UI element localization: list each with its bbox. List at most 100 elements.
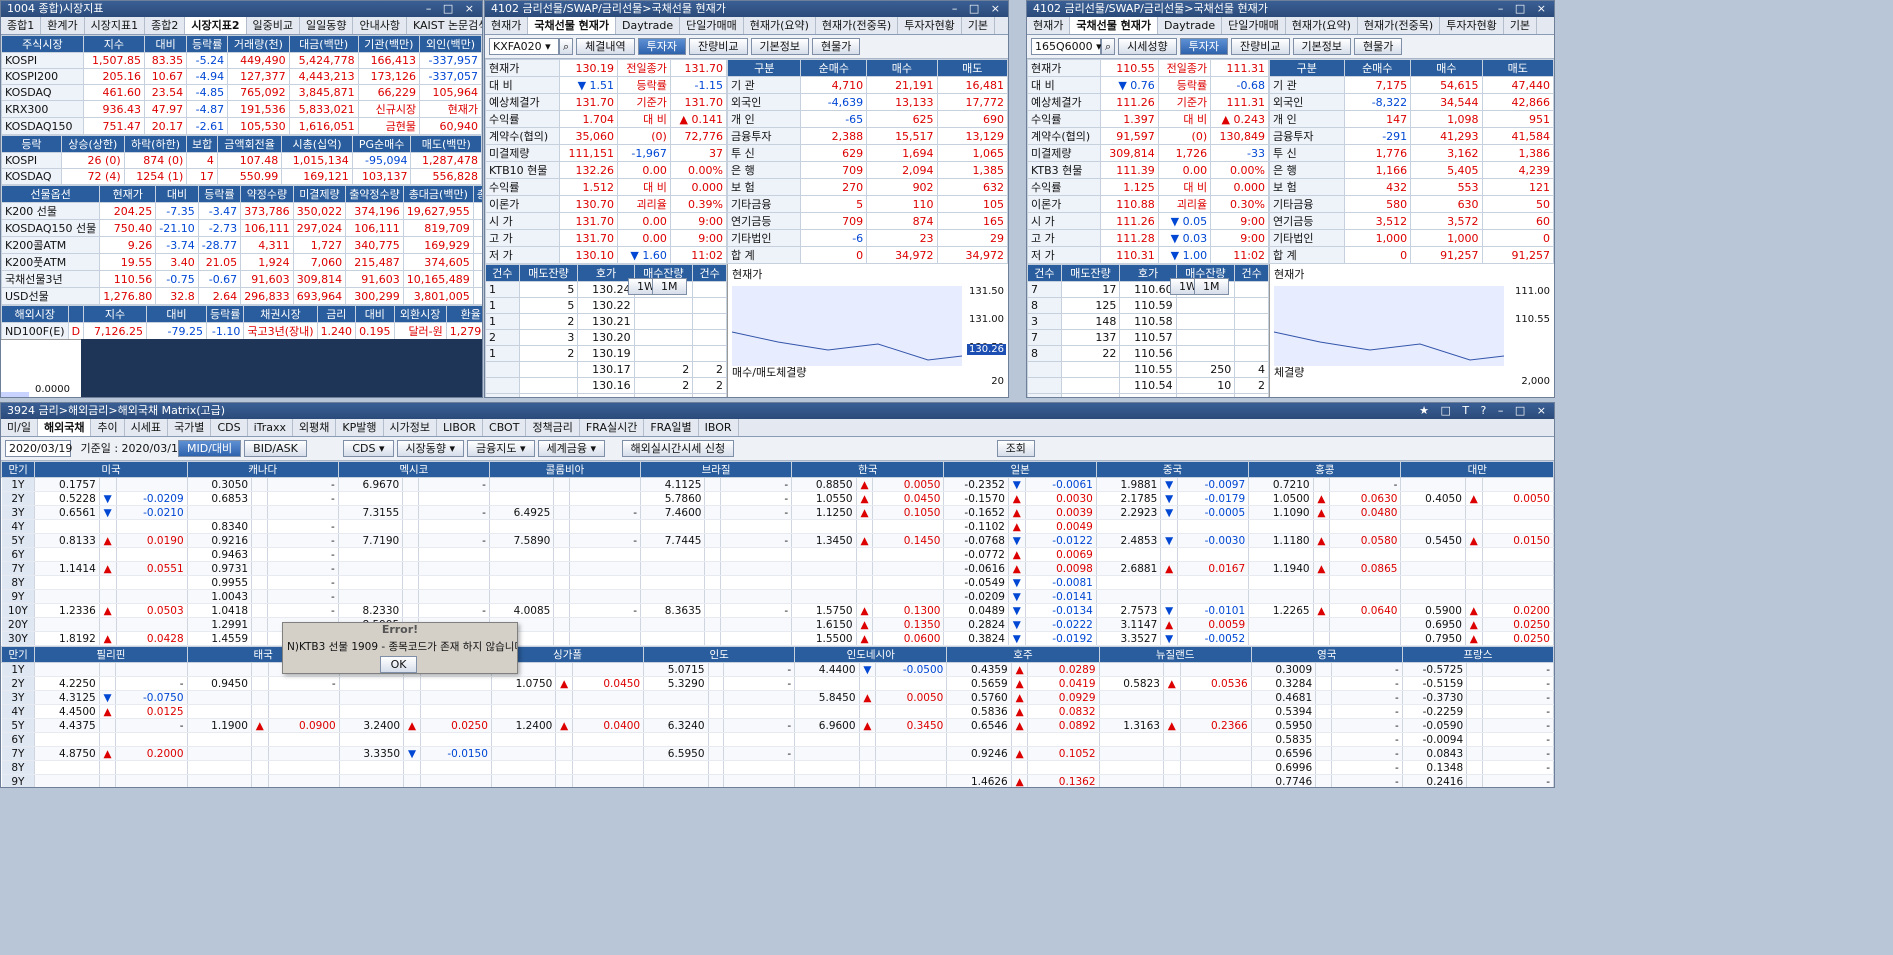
yield-cell[interactable]: 0.4681 <box>1251 690 1317 705</box>
yield-cell[interactable] <box>946 732 1012 747</box>
yield-cell[interactable]: 7.7190 <box>338 533 404 548</box>
quote-table-row[interactable]: 고 가 131.70 0.00 9:00 <box>485 229 728 247</box>
yield-cell[interactable]: 1.2336 <box>34 603 100 618</box>
yield-cell[interactable] <box>640 589 706 604</box>
yield-cell[interactable]: 2.1785 <box>1096 491 1162 506</box>
tab-14[interactable]: FRA일별 <box>644 419 699 436</box>
yield-cell[interactable] <box>489 477 555 492</box>
country-header[interactable]: 캐나다 <box>186 461 339 478</box>
yield-cell[interactable] <box>794 774 860 787</box>
yield-cell[interactable]: 7.5890 <box>489 533 555 548</box>
yield-cell[interactable]: 0.5900 <box>1400 603 1466 618</box>
yield-cell[interactable] <box>640 617 706 632</box>
yield-cell[interactable]: 3.3527 <box>1096 631 1162 646</box>
yield-cell[interactable] <box>1400 561 1466 576</box>
matrix-row[interactable]: 5Y 4.4375-1.1900 ▲ 0.0900 3.2400 ▲ 0.0250 1.240… <box>1 718 1554 733</box>
yield-cell[interactable]: 3.2400 <box>339 718 405 733</box>
yield-cell[interactable]: 0.2824 <box>943 617 1009 632</box>
matrix-row[interactable]: 8Y 0.9955- -0.0549 ▼ -0.0081 <box>1 575 1554 590</box>
yield-cell[interactable] <box>338 491 404 506</box>
quote-table-row[interactable]: 이론가 110.88 괴리율 0.30% <box>1027 195 1269 213</box>
yield-cell[interactable]: -0.5159 <box>1402 676 1468 691</box>
investor-table-row[interactable]: 기타금융 580 630 50 <box>1269 195 1554 213</box>
matrix-row[interactable]: 3Y 4.3125 ▼ -0.0750 5.8450 ▲ 0.0050 0.5760 ▲ 0.09… <box>1 690 1554 705</box>
yield-cell[interactable]: -0.0616 <box>943 561 1009 576</box>
yield-cell[interactable]: 1.3450 <box>791 533 857 548</box>
yield-cell[interactable] <box>489 561 555 576</box>
yield-cell[interactable] <box>338 589 404 604</box>
quote-table-row[interactable]: 고 가 111.28 ▼ 0.03 9:00 <box>1027 229 1269 247</box>
yield-cell[interactable]: 4.2250 <box>34 676 100 691</box>
tab-7[interactable]: 안내사항 <box>353 17 407 34</box>
yield-cell[interactable] <box>489 519 555 534</box>
tab-0[interactable]: 미/일 <box>1 419 38 436</box>
matrix-row[interactable]: 1Y 5.0715-4.4400 ▼ -0.0500 0.4359 ▲ 0.0289 0.30… <box>1 662 1554 677</box>
investor-table-row[interactable]: 보 험 270 902 632 <box>726 178 1008 196</box>
window-controls[interactable]: – □ × <box>426 1 478 17</box>
yield-cell[interactable]: 4.4400 <box>794 662 860 677</box>
yield-cell[interactable] <box>34 774 100 787</box>
tab-0[interactable]: 종합1 <box>1 17 42 34</box>
tab-0[interactable]: 현재가 <box>485 17 529 34</box>
country-header[interactable]: 일본 <box>943 461 1097 478</box>
yield-cell[interactable]: 0.3824 <box>943 631 1009 646</box>
yield-cell[interactable]: 1.1940 <box>1248 561 1314 576</box>
yield-cell[interactable]: 1.1180 <box>1248 533 1314 548</box>
quote-table-row[interactable]: KTB3 현물 111.39 0.00 0.00% <box>1027 161 1269 179</box>
yield-cell[interactable]: 0.6561 <box>34 505 100 520</box>
realtime-subscribe-button[interactable]: 해외실시간시세 신청 <box>621 440 735 457</box>
country-header[interactable]: 필리핀 <box>34 646 188 663</box>
bond-window-1-titlebar[interactable]: 4102 금리선물/SWAP/금리선물>국채선물 현재가 – □ × <box>485 1 1008 17</box>
tab-4[interactable]: 현재가(요약) <box>1286 17 1358 34</box>
yield-cell[interactable]: 0.5394 <box>1251 704 1317 719</box>
investor-table-row[interactable]: 연기금등 709 874 165 <box>726 212 1008 230</box>
tab-3[interactable]: 종합2 <box>145 17 186 34</box>
yield-cell[interactable]: 1.2991 <box>187 617 253 632</box>
yield-cell[interactable]: 0.8850 <box>791 477 857 492</box>
yield-cell[interactable] <box>187 732 252 747</box>
investor-table-row[interactable]: 합 계 0 91,257 91,257 <box>1269 246 1554 264</box>
yield-cell[interactable] <box>489 547 555 562</box>
tab-3[interactable]: 시세표 <box>125 419 169 436</box>
yield-cell[interactable] <box>491 760 557 775</box>
yield-cell[interactable] <box>643 774 709 787</box>
yield-cell[interactable]: 0.8340 <box>187 519 253 534</box>
yield-cell[interactable]: 1.5500 <box>791 631 857 646</box>
futures-table-row[interactable]: KOSDAQ150 선물 750.40 -21.10 -2.73 106,111 297,… <box>1 219 482 237</box>
yield-cell[interactable]: 1.1250 <box>791 505 857 520</box>
yield-cell[interactable]: 0.9246 <box>946 746 1012 761</box>
investor-table-row[interactable]: 기타법인 -6 23 29 <box>726 229 1008 247</box>
yield-cell[interactable] <box>791 519 857 534</box>
code-input[interactable]: KXFA020 ▾ <box>489 38 559 55</box>
orderbook-table-row[interactable]: 110.55 250 4 <box>1027 361 1269 378</box>
yield-cell[interactable] <box>491 774 557 787</box>
country-header[interactable]: 뉴질랜드 <box>1098 646 1252 663</box>
investor-table-row[interactable]: 은 행 709 2,094 1,385 <box>726 161 1008 179</box>
matrix-row[interactable]: 4Y 4.4500 ▲ 0.0125 0.5836 ▲ 0.0832 0.5394- -0.22… <box>1 704 1554 719</box>
yield-cell[interactable]: 0.5760 <box>946 690 1012 705</box>
quote-table-row[interactable]: 시 가 111.26 ▼ 0.05 9:00 <box>1027 212 1269 230</box>
yield-cell[interactable]: 0.5228 <box>34 491 100 506</box>
filter-button-3[interactable]: 세계금융 ▾ <box>537 440 605 457</box>
yield-cell[interactable] <box>1099 774 1164 787</box>
tab-5[interactable]: 현재가(전중목) <box>1358 17 1441 34</box>
yield-cell[interactable]: -0.1652 <box>943 505 1009 520</box>
yield-cell[interactable] <box>187 760 252 775</box>
country-header[interactable]: 프랑스 <box>1401 646 1554 663</box>
yield-cell[interactable] <box>1099 732 1164 747</box>
country-header[interactable]: 대만 <box>1400 461 1554 478</box>
investor-table-row[interactable]: 기타법인 1,000 1,000 0 <box>1269 229 1554 247</box>
investor-table-row[interactable]: 개 인 -65 625 690 <box>726 110 1008 128</box>
tab-4[interactable]: 국가별 <box>168 419 212 436</box>
yield-cell[interactable] <box>491 690 557 705</box>
investor-table-row[interactable]: 금융투자 -291 41,293 41,584 <box>1269 127 1554 145</box>
investor-table-row[interactable]: 합 계 0 34,972 34,972 <box>726 246 1008 264</box>
yield-cell[interactable]: 0.7950 <box>1400 631 1466 646</box>
country-header[interactable]: 미국 <box>34 461 188 478</box>
yield-cell[interactable] <box>1099 760 1164 775</box>
tab-8[interactable]: KP발행 <box>336 419 384 436</box>
market-table-row[interactable]: KOSPI200 205.16 10.67 -4.94 127,377 4,443,213… <box>1 68 482 85</box>
yield-cell[interactable] <box>34 662 100 677</box>
matrix-row[interactable]: 7Y 1.1414 ▲ 0.0551 0.9731- -0.0616 ▲ 0.0098 2.68… <box>1 561 1554 576</box>
yield-cell[interactable] <box>1400 477 1466 492</box>
